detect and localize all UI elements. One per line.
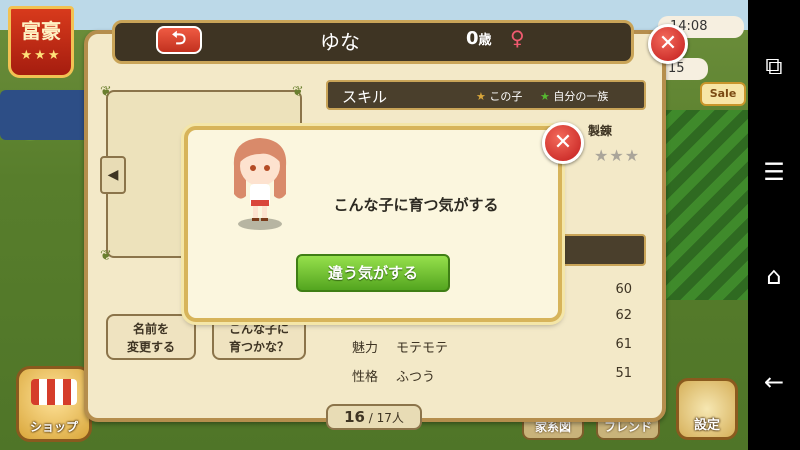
page-separator: / [364, 411, 377, 425]
stat-row: 魅力 モテモテ 61 [352, 337, 632, 357]
star-icon: ★ [476, 90, 486, 103]
menu-icon[interactable]: ☰ [748, 152, 800, 192]
leaf-icon: ❦ [100, 248, 112, 264]
pond [0, 90, 90, 140]
page-indicator: 16 / 17人 [326, 404, 422, 430]
sale-badge[interactable]: Sale [700, 82, 746, 106]
legend-this-child: ★ この子 [476, 88, 522, 104]
child-avatar [233, 138, 287, 230]
legend-child-text: この子 [489, 90, 523, 103]
stat-row: 性格 ふつう 51 [352, 366, 632, 386]
female-icon: ♀ [510, 26, 525, 50]
character-name: ゆな [320, 30, 360, 54]
stat-number: 61 [615, 337, 632, 352]
stat-number: 60 [615, 282, 632, 297]
skill-title: スキル [342, 88, 388, 106]
seems-different-button[interactable]: 違う気がする [296, 254, 450, 292]
shop-label: ショップ [29, 420, 78, 434]
shop-awning-icon [31, 379, 77, 405]
leaf-icon: ❦ [292, 84, 304, 100]
character-age: 0歳 [466, 28, 492, 49]
skill-stars: ★★★ [594, 146, 641, 165]
stat-value: モテモテ [396, 341, 449, 356]
leaf-icon: ❦ [100, 84, 112, 100]
skill-column: 製錬 [588, 124, 613, 138]
predict-label-line1: こんな子に [228, 322, 289, 336]
emblem-stars: ★★★ [20, 48, 62, 63]
page-total: 17人 [376, 411, 404, 425]
page-current: 16 [344, 408, 365, 426]
stat-label: 魅力 [352, 341, 379, 356]
back-nav-icon[interactable]: ← [748, 362, 800, 402]
settings-label: 設定 [693, 418, 720, 433]
dialog-message: こんな子に育つ気がする [333, 196, 499, 214]
predict-label-line2: 育つかな？ [228, 340, 289, 354]
star-icon: ★ [540, 90, 550, 103]
close-panel-button[interactable]: ✕ [648, 24, 688, 64]
skill-header: スキル ★ この子 ★ 自分の一族 [326, 80, 646, 110]
family-rank-emblem[interactable]: 富豪 ★★★ [8, 6, 74, 78]
rename-label-line1: 名前を [132, 322, 169, 336]
legend-family-text: 自分の一族 [553, 90, 609, 103]
shop-button[interactable]: ショップ [16, 366, 92, 442]
settings-button[interactable]: 設定 [676, 378, 738, 440]
previous-child-arrow[interactable]: ◀ [100, 156, 126, 194]
crop-field [658, 110, 748, 300]
age-unit: 歳 [478, 33, 492, 48]
stat-number: 51 [615, 366, 632, 381]
stat-label: 性格 [352, 370, 379, 385]
rename-button[interactable]: 名前を 変更する [106, 314, 196, 360]
stat-number: 62 [615, 308, 632, 323]
close-dialog-button[interactable]: ✕ [542, 122, 584, 164]
age-value: 0 [466, 28, 479, 49]
back-button[interactable]: ⮌ [156, 26, 202, 54]
home-icon[interactable]: ⌂ [748, 256, 800, 296]
android-nav-bar: ⧉ ☰ ⌂ ← [748, 0, 800, 450]
recent-apps-icon[interactable]: ⧉ [748, 46, 800, 86]
stat-value: ふつう [396, 370, 436, 385]
rename-label-line2: 変更する [126, 340, 175, 354]
emblem-title: 富豪 [21, 19, 61, 43]
legend-own-family: ★ 自分の一族 [540, 88, 608, 104]
